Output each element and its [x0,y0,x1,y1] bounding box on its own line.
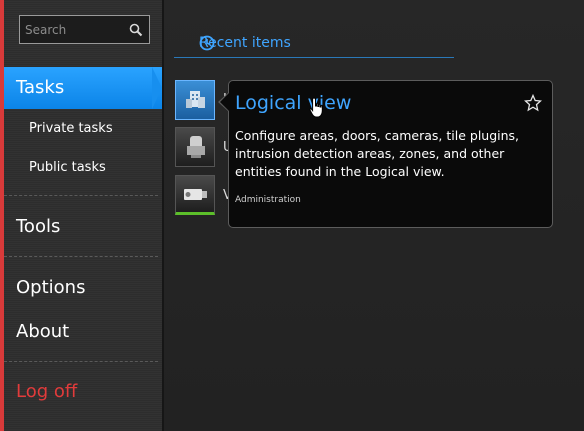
search-icon[interactable] [129,22,143,41]
sidebar-item-label: About [16,321,70,342]
sidebar-item-private-tasks[interactable]: Private tasks [4,121,162,136]
sidebar-item-label: Tasks [16,77,65,98]
main-panel: Recent items Lo U [164,0,584,431]
user-management-icon [185,134,207,164]
recent-item-user-management[interactable] [175,127,215,167]
sidebar-item-label: Options [16,277,86,298]
sidebar-item-tasks[interactable]: Tasks [4,77,162,98]
video-camera-icon [182,186,210,208]
logoff-button[interactable]: Log off [4,381,162,402]
search-input[interactable] [25,21,125,39]
sidebar: Tasks Private tasks Public tasks Tools O… [4,0,162,431]
recent-item-video[interactable] [175,175,215,215]
divider [4,195,158,196]
sidebar-item-public-tasks[interactable]: Public tasks [4,160,162,175]
recent-item-logical-view[interactable] [175,80,215,120]
tooltip-description: Configure areas, doors, cameras, tile pl… [235,128,520,179]
hand-cursor-icon [309,97,325,123]
sidebar-item-tools[interactable]: Tools [4,216,162,237]
recent-items-header: Recent items [174,33,454,58]
logical-view-icon [183,87,209,117]
divider [4,256,158,257]
sidebar-item-options[interactable]: Options [4,277,162,298]
sidebar-item-label: Tools [16,216,61,237]
search-box[interactable] [19,15,150,44]
star-icon[interactable] [523,93,543,116]
sidebar-item-label: Log off [16,381,78,402]
sidebar-item-label: Private tasks [29,121,113,136]
divider [4,361,158,362]
recent-items-title: Recent items [199,35,291,51]
sidebar-item-label: Public tasks [29,160,106,175]
item-tooltip: Logical view Configure areas, doors, cam… [228,80,553,228]
tooltip-category: Administration [235,195,301,205]
sidebar-item-about[interactable]: About [4,321,162,342]
tooltip-title[interactable]: Logical view [235,92,351,114]
active-nav-arrow [152,67,162,109]
tooltip-pointer-inner [220,93,229,111]
